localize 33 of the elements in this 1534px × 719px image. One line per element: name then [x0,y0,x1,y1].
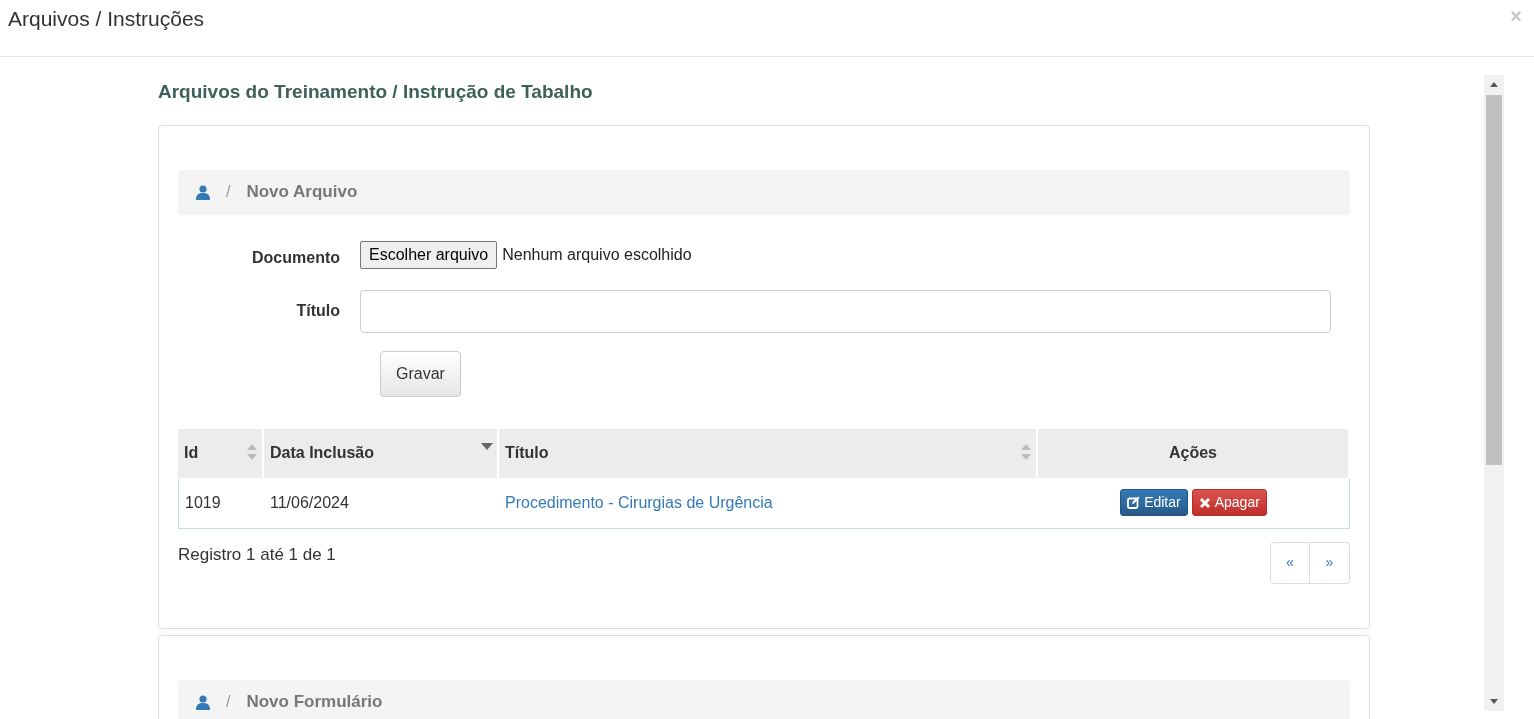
edit-button[interactable]: Editar [1120,489,1188,516]
table-cell: 1019 [185,493,221,511]
user-icon [196,184,210,200]
column-header[interactable]: Id [178,428,264,478]
user-icon [196,694,210,710]
sort-icon[interactable] [1020,442,1032,461]
title-link[interactable]: Procedimento - Cirurgias de Urgência [505,493,773,511]
record-summary: Registro 1 até 1 de 1 [178,543,336,566]
column-header[interactable]: Data Inclusão [264,428,499,478]
field-label: Título [295,301,341,321]
page-button[interactable]: » [1310,541,1350,584]
breadcrumb-separator: / [226,182,231,202]
delete-button[interactable]: Apagar [1191,489,1267,516]
choose-file-button[interactable]: Escolher arquivo [360,240,498,269]
field-label: Documento [251,247,341,268]
scrollbar[interactable] [1484,75,1504,711]
page-button[interactable]: « [1270,541,1310,584]
column-header[interactable]: Título [499,428,1038,478]
close-x-icon [1198,496,1211,509]
sort-icon[interactable] [246,442,258,461]
section-heading: Arquivos do Treinamento / Instrução de Tabalho [158,80,594,104]
breadcrumb-label: Novo Formulário [246,691,383,714]
save-button[interactable]: Gravar [380,350,461,397]
scrollbar-thumb[interactable] [1486,95,1502,465]
table-cell: 11/06/2024 [270,493,349,511]
window-title: Arquivos / Instruções [8,6,205,32]
sort-descending-icon[interactable] [481,442,493,451]
breadcrumb-separator: / [226,692,231,712]
column-header: Ações [1038,428,1350,478]
edit-icon [1127,496,1141,509]
title-input[interactable] [360,289,1331,333]
breadcrumb-label: Novo Arquivo [246,181,358,204]
file-status-text: Nenhum arquivo escolhido [502,244,692,265]
